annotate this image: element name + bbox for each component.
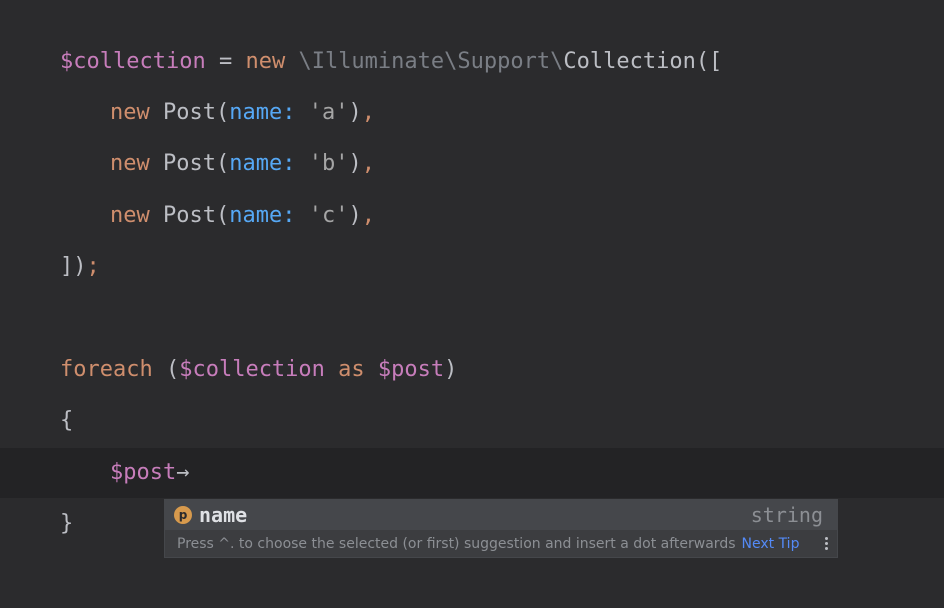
string-token: 'b' — [308, 151, 349, 176]
variable-token: $collection — [179, 357, 325, 382]
punctuation-token: ([ — [695, 49, 723, 74]
operator-token: = — [205, 49, 246, 74]
variable-token: $collection — [60, 49, 206, 74]
completion-hint: Press ^. to choose the selected (or firs… — [177, 535, 799, 553]
variable-token: $post — [110, 460, 177, 485]
completion-item-name[interactable]: p name string — [165, 500, 837, 530]
code-line-3[interactable]: new Post(name: 'b'), — [110, 148, 375, 180]
comma-token: , — [361, 151, 375, 176]
punctuation-token: ) — [444, 357, 458, 382]
string-token: 'c' — [308, 203, 349, 228]
punctuation-token: ( — [152, 357, 180, 382]
next-tip-link[interactable]: Next Tip — [742, 536, 800, 552]
namespace-token: \Illuminate\Support\ — [298, 49, 564, 74]
param-hint-token: name: — [229, 203, 296, 228]
punctuation-token: ]) — [60, 254, 87, 279]
string-token: 'a' — [308, 100, 349, 125]
hint-text: Press ^. to choose the selected (or firs… — [177, 536, 736, 552]
param-hint-token: name: — [229, 100, 296, 125]
keyword-token: new — [110, 151, 150, 176]
keyword-token: new — [245, 49, 286, 74]
code-line-9[interactable]: } — [60, 508, 73, 540]
code-line-6[interactable]: foreach ($collection as $post) — [60, 354, 457, 386]
punctuation-token: ( — [215, 151, 230, 176]
completion-item-type: string — [750, 503, 823, 527]
keyword-token: foreach — [60, 357, 153, 382]
keyword-token: new — [110, 203, 150, 228]
class-token: Post — [163, 203, 216, 228]
punctuation-token: ) — [348, 100, 362, 125]
class-token: Post — [163, 151, 216, 176]
code-line-5[interactable]: ]); — [60, 251, 100, 283]
completion-item-label: name — [199, 503, 248, 527]
punctuation-token: ) — [348, 151, 362, 176]
code-line-7[interactable]: { — [60, 405, 73, 437]
brace-token: } — [60, 511, 74, 536]
punctuation-token: ( — [215, 100, 230, 125]
comma-token: , — [361, 100, 375, 125]
keyword-token: new — [110, 100, 150, 125]
property-icon: p — [174, 506, 192, 524]
code-line-8-current[interactable]: $post→ — [110, 457, 189, 489]
code-line-4[interactable]: new Post(name: 'c'), — [110, 200, 375, 232]
comma-token: , — [361, 203, 375, 228]
semicolon-token: ; — [86, 254, 100, 279]
code-line-1[interactable]: $collection = new \Illuminate\Support\Co… — [60, 46, 722, 78]
keyword-token: as — [338, 357, 365, 382]
code-line-2[interactable]: new Post(name: 'a'), — [110, 97, 375, 129]
completion-popup[interactable]: p name string Press ^. to choose the sel… — [164, 499, 838, 558]
brace-token: { — [60, 408, 74, 433]
arrow-operator-token: → — [176, 460, 190, 485]
class-token: Collection — [563, 49, 696, 74]
variable-token: $post — [377, 357, 445, 382]
more-options-icon[interactable] — [823, 536, 829, 554]
punctuation-token: ( — [215, 203, 230, 228]
param-hint-token: name: — [229, 151, 296, 176]
code-editor[interactable]: $collection = new \Illuminate\Support\Co… — [0, 0, 944, 608]
punctuation-token: ) — [348, 203, 362, 228]
class-token: Post — [163, 100, 216, 125]
